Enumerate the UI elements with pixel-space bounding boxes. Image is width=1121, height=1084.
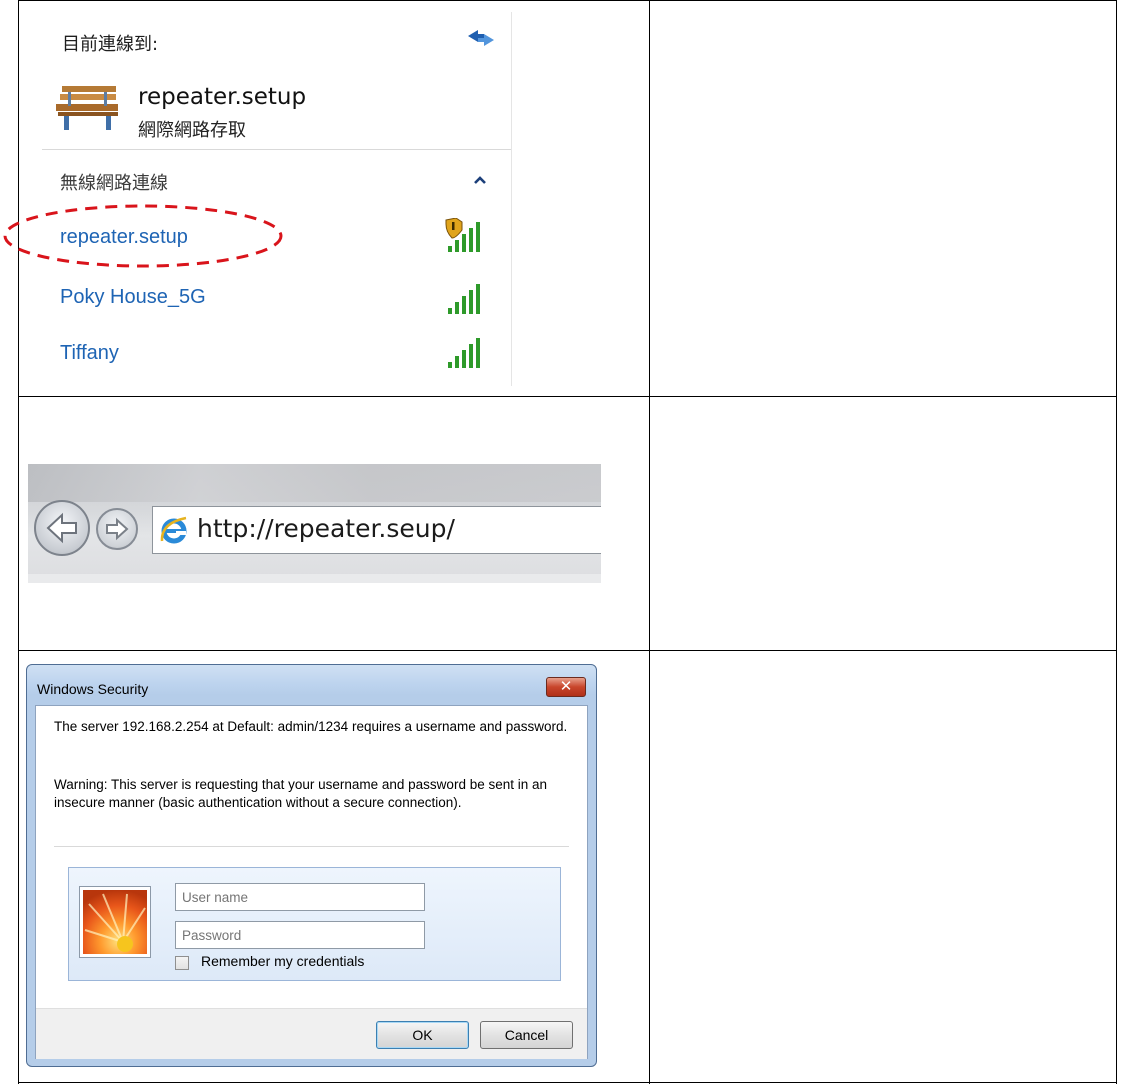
- separator: [42, 149, 511, 150]
- table-column-divider: [649, 0, 650, 1084]
- bench-network-icon: [56, 86, 118, 130]
- server-message: The server 192.168.2.254 at Default: adm…: [54, 719, 568, 734]
- network-item-poky-house-5g[interactable]: Poky House_5G: [60, 286, 206, 309]
- cancel-button[interactable]: Cancel: [480, 1021, 573, 1049]
- dialog-footer: OK Cancel: [36, 1008, 587, 1059]
- password-input[interactable]: [175, 921, 425, 949]
- windows-security-dialog: Windows Security ✕ The server 192.168.2.…: [26, 664, 597, 1067]
- forward-button[interactable]: [96, 508, 138, 550]
- table-border-right: [1116, 0, 1117, 1084]
- flower-avatar-icon: [83, 890, 147, 954]
- refresh-icon[interactable]: [464, 26, 498, 50]
- wifi-flyout: 目前連線到: repeater.setup 網際網路存取 無線網路連線 repe…: [42, 12, 512, 386]
- close-button[interactable]: ✕: [546, 677, 586, 697]
- connected-to-label: 目前連線到:: [62, 34, 159, 55]
- insecure-warning: Warning: This server is requesting that …: [54, 777, 548, 810]
- address-bar[interactable]: http://repeater.seup/: [152, 506, 601, 554]
- table-border-bottom: [18, 1082, 1117, 1083]
- highlight-oval: [3, 204, 283, 268]
- wireless-section-title: 無線網路連線: [60, 173, 168, 194]
- back-button[interactable]: [34, 500, 90, 556]
- network-item-tiffany[interactable]: Tiffany: [60, 342, 119, 365]
- avatar: [79, 886, 151, 958]
- username-input[interactable]: [175, 883, 425, 911]
- signal-icon: [448, 284, 480, 314]
- close-icon: ✕: [559, 677, 573, 695]
- remember-checkbox[interactable]: [175, 956, 189, 970]
- toolbar-background: [28, 464, 601, 502]
- dialog-body: The server 192.168.2.254 at Default: adm…: [35, 705, 588, 1059]
- signal-icon: [448, 338, 480, 368]
- secured-signal-icon: [445, 218, 480, 252]
- remember-label: Remember my credentials: [201, 953, 365, 969]
- current-connection-name: repeater.setup: [138, 84, 307, 110]
- current-connection-status: 網際網路存取: [138, 120, 246, 141]
- table-row-divider-2: [18, 650, 1117, 651]
- dialog-title: Windows Security: [37, 681, 149, 697]
- credential-tile: Remember my credentials: [68, 867, 561, 981]
- table-border-left: [18, 0, 19, 1084]
- internet-explorer-icon: [160, 516, 187, 544]
- table-border-top: [18, 0, 1117, 1]
- url-text: http://repeater.seup/: [197, 514, 455, 543]
- table-row-divider-1: [18, 396, 1117, 397]
- chevron-up-icon[interactable]: [472, 172, 488, 188]
- arrow-right-icon: [106, 517, 129, 541]
- arrow-left-icon: [46, 512, 77, 544]
- separator: [54, 846, 569, 847]
- browser-toolbar: http://repeater.seup/: [28, 464, 601, 583]
- toolbar-bottom: [28, 574, 601, 583]
- ok-button[interactable]: OK: [376, 1021, 469, 1049]
